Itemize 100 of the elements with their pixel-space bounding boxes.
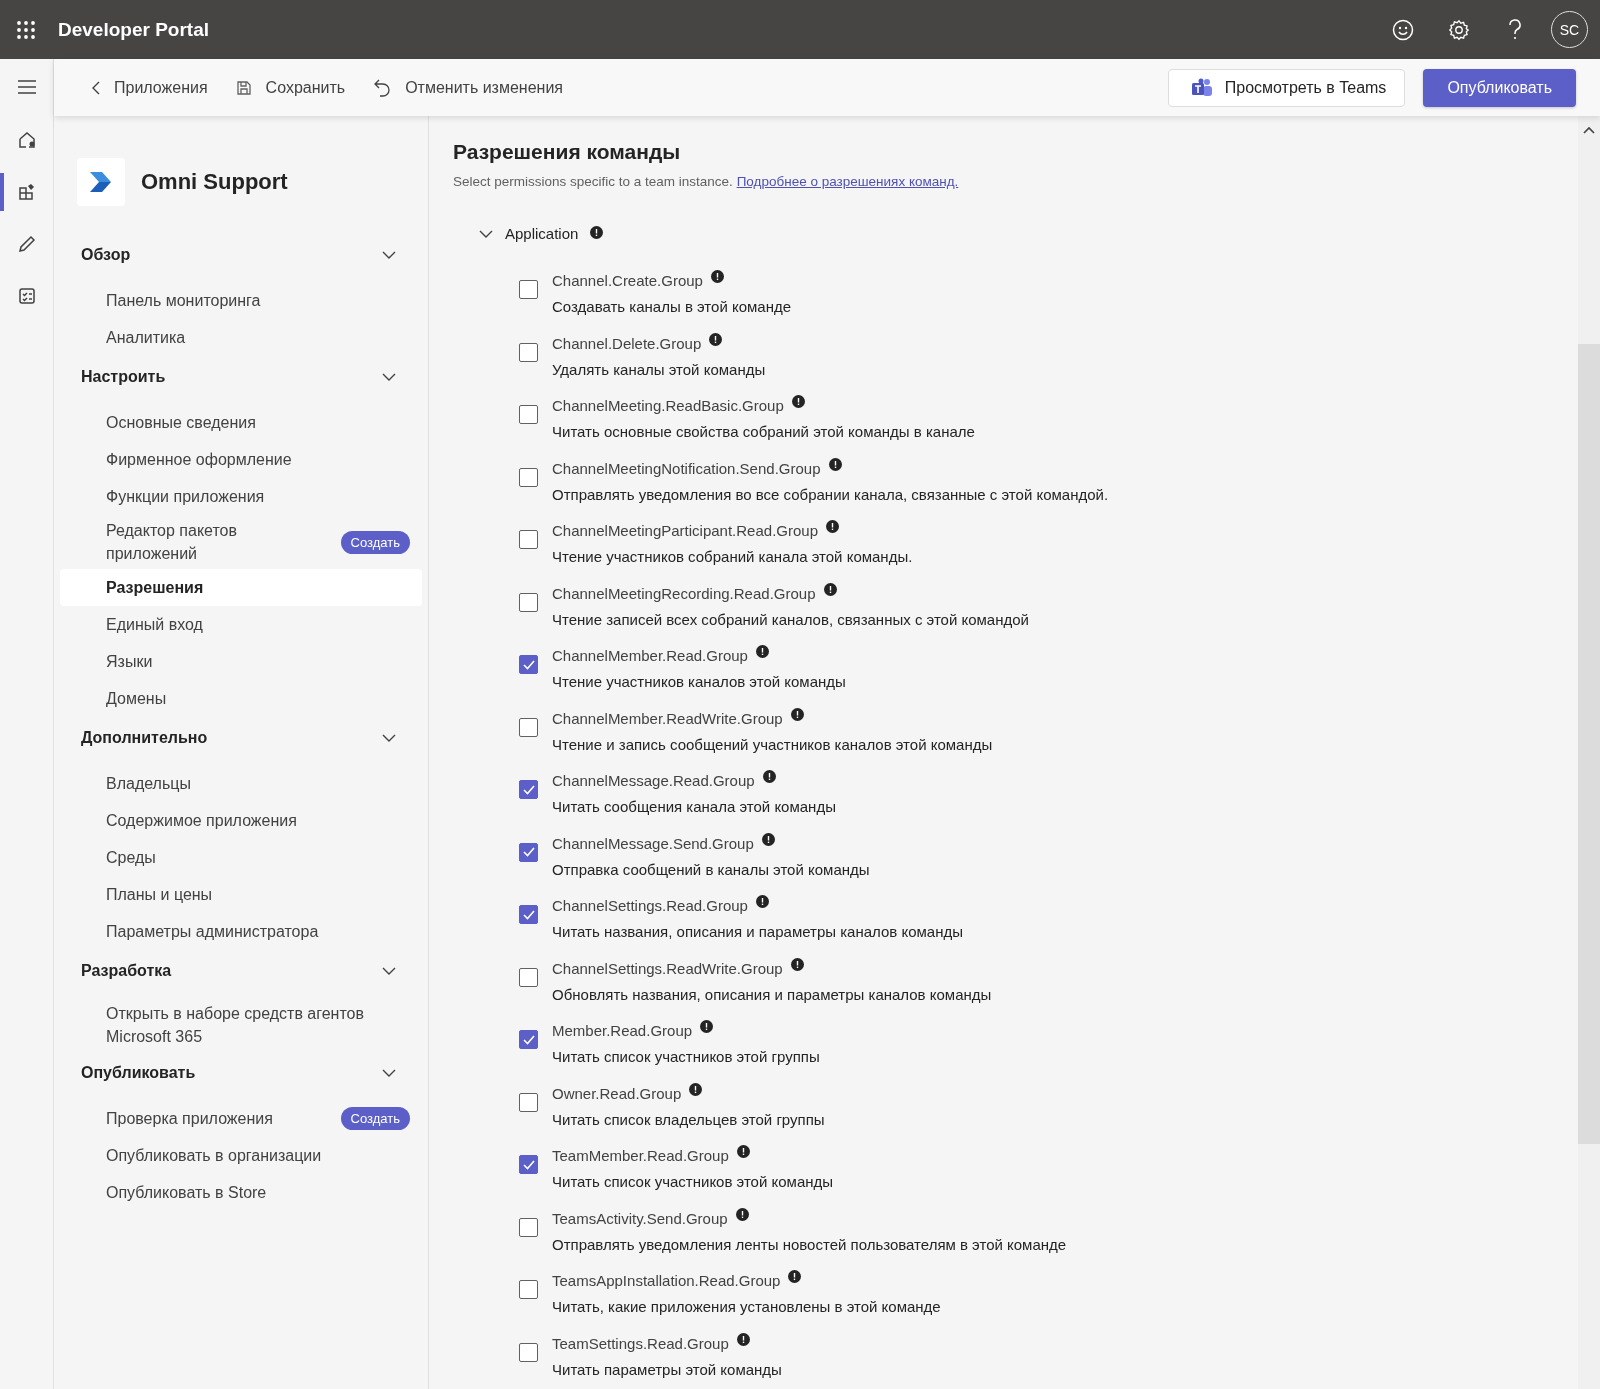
sidebar-item[interactable]: Содержимое приложения: [60, 802, 422, 839]
permission-name: Member.Read.Group: [552, 1022, 693, 1039]
preview-in-teams-button[interactable]: Просмотреть в Teams: [1167, 68, 1406, 107]
learn-more-link[interactable]: Подробнее о разрешениях команд.: [736, 174, 959, 189]
sidebar-item[interactable]: Проверка приложения Создать: [60, 1100, 422, 1137]
sidebar-item[interactable]: Единый вход: [60, 606, 422, 643]
publish-button[interactable]: Опубликовать: [1423, 68, 1576, 107]
sidebar-section-header[interactable]: Обзор: [60, 238, 422, 272]
sidebar-item[interactable]: Среды: [60, 839, 422, 876]
info-icon: [700, 1020, 714, 1033]
apps-icon: [16, 182, 37, 202]
sidebar-item[interactable]: Панель мониторинга: [60, 282, 422, 319]
checkmark-icon: [522, 1034, 535, 1045]
info-icon: [735, 1207, 749, 1221]
app-name: Omni Support: [141, 169, 288, 195]
scroll-up-icon: [1583, 126, 1595, 134]
checkmark-icon: [522, 847, 535, 857]
permission-name: ChannelMessage.Read.Group: [552, 772, 755, 789]
checkbox[interactable]: [519, 405, 538, 424]
chevron-icon: [382, 1069, 396, 1077]
checkmark-icon: [522, 659, 535, 670]
checkbox[interactable]: [519, 342, 538, 362]
sidebar-item[interactable]: Планы и цены: [60, 876, 422, 913]
back-icon: [92, 80, 100, 95]
sidebar-item[interactable]: Языки: [60, 643, 422, 680]
permission-name: Owner.Read.Group: [552, 1084, 682, 1102]
sidebar-section-header[interactable]: Настроить: [60, 360, 422, 394]
checkbox[interactable]: [519, 967, 538, 987]
permission-description: Чтение участников собраний канала этой команды.: [552, 548, 913, 565]
group-header[interactable]: Application: [453, 225, 604, 242]
app-launcher-icon[interactable]: [16, 19, 36, 40]
info-icon: [791, 395, 805, 408]
discard-changes-button[interactable]: Отменить изменения: [363, 71, 574, 104]
checkbox[interactable]: [519, 467, 538, 487]
checkbox[interactable]: [519, 1342, 538, 1362]
info-icon: [736, 1145, 750, 1158]
checkbox[interactable]: [519, 905, 538, 924]
chevron-icon: [382, 251, 396, 259]
permission-description: Создавать каналы в этой команде: [552, 298, 792, 315]
sidebar-item[interactable]: Основные сведения: [60, 404, 422, 441]
help-icon: [1507, 18, 1523, 41]
save-icon: [235, 79, 252, 96]
sidebar-item[interactable]: Опубликовать в Store: [60, 1174, 422, 1211]
sidebar-section-header[interactable]: Разработка: [60, 954, 422, 988]
permission-description: Отправлять уведомления во все собрании канала, связанные с этой командой.: [552, 485, 1109, 503]
info-icon: [761, 832, 775, 846]
sidebar-item[interactable]: Редактор пакетов приложений Создать: [60, 515, 422, 569]
checkbox[interactable]: [519, 1155, 538, 1174]
sidebar-item[interactable]: Домены: [60, 680, 422, 717]
checkbox[interactable]: [519, 1092, 538, 1112]
permission-description: Читать список участников этой группы: [552, 1048, 820, 1065]
permission-description: Чтение записей всех собраний каналов, связанных с этой командой: [552, 610, 1029, 628]
info-icon: [689, 1082, 703, 1096]
checkbox[interactable]: [519, 1030, 538, 1049]
sidebar-section-header[interactable]: Опубликовать: [60, 1056, 422, 1090]
permission-name: ChannelMeetingParticipant.Read.Group: [552, 522, 818, 539]
info-icon: [790, 707, 804, 721]
checkbox[interactable]: [519, 655, 538, 674]
checkbox[interactable]: [519, 780, 538, 799]
checkbox[interactable]: [519, 842, 538, 862]
permission-description: Удалять каналы этой команды: [552, 360, 766, 378]
new-badge: Создать: [340, 530, 410, 554]
info-icon: [762, 770, 776, 783]
permission-name: TeamsActivity.Send.Group: [552, 1209, 728, 1227]
sidebar-item[interactable]: Аналитика: [60, 319, 422, 356]
scrollbar[interactable]: [1578, 116, 1600, 1389]
info-icon: [826, 520, 839, 533]
teams-logo-icon: [1190, 77, 1213, 98]
checkbox[interactable]: [519, 592, 538, 612]
permission-name: ChannelSettings.Read.Group: [552, 897, 748, 914]
permission-description: Читать параметры этой команды: [552, 1360, 782, 1378]
info-icon: [590, 226, 604, 239]
info-icon: [828, 457, 842, 471]
checkbox[interactable]: [519, 280, 538, 299]
checkbox[interactable]: [519, 717, 538, 737]
sidebar-section-header[interactable]: Дополнительно: [60, 721, 422, 755]
sidebar-item[interactable]: Функции приложения: [60, 478, 422, 515]
sidebar-item[interactable]: Разрешения: [60, 569, 422, 606]
permission-name: Channel.Create.Group: [552, 272, 703, 289]
checkbox[interactable]: [519, 530, 538, 549]
permission-name: ChannelMember.Read.Group: [552, 647, 748, 664]
new-badge: Создать: [340, 1107, 410, 1130]
sidebar-item[interactable]: Владельцы: [60, 765, 422, 802]
checkbox[interactable]: [519, 1217, 538, 1237]
sidebar-item[interactable]: Открыть в наборе средств агентов Microsoft 365: [60, 998, 422, 1052]
checkbox[interactable]: [519, 1280, 538, 1299]
checkmark-icon: [522, 1159, 535, 1170]
info-icon: [790, 957, 804, 971]
save-button[interactable]: Сохранить: [225, 72, 356, 103]
sidebar-item[interactable]: Опубликовать в организации: [60, 1137, 422, 1174]
sidebar-item[interactable]: Фирменное оформление: [60, 441, 422, 478]
info-icon: [788, 1270, 802, 1283]
back-button[interactable]: Приложения: [82, 72, 218, 103]
permission-description: Чтение участников каналов этой команды: [552, 673, 846, 690]
info-icon: [709, 332, 723, 346]
pencil-icon: [16, 234, 37, 254]
permission-description: Читать, какие приложения установлены в этой команде: [552, 1298, 941, 1315]
menu-icon[interactable]: [16, 79, 37, 95]
sidebar-item[interactable]: Параметры администратора: [60, 913, 422, 950]
permission-description: Отправлять уведомления ленты новостей пользователям в этой команде: [552, 1235, 1067, 1253]
